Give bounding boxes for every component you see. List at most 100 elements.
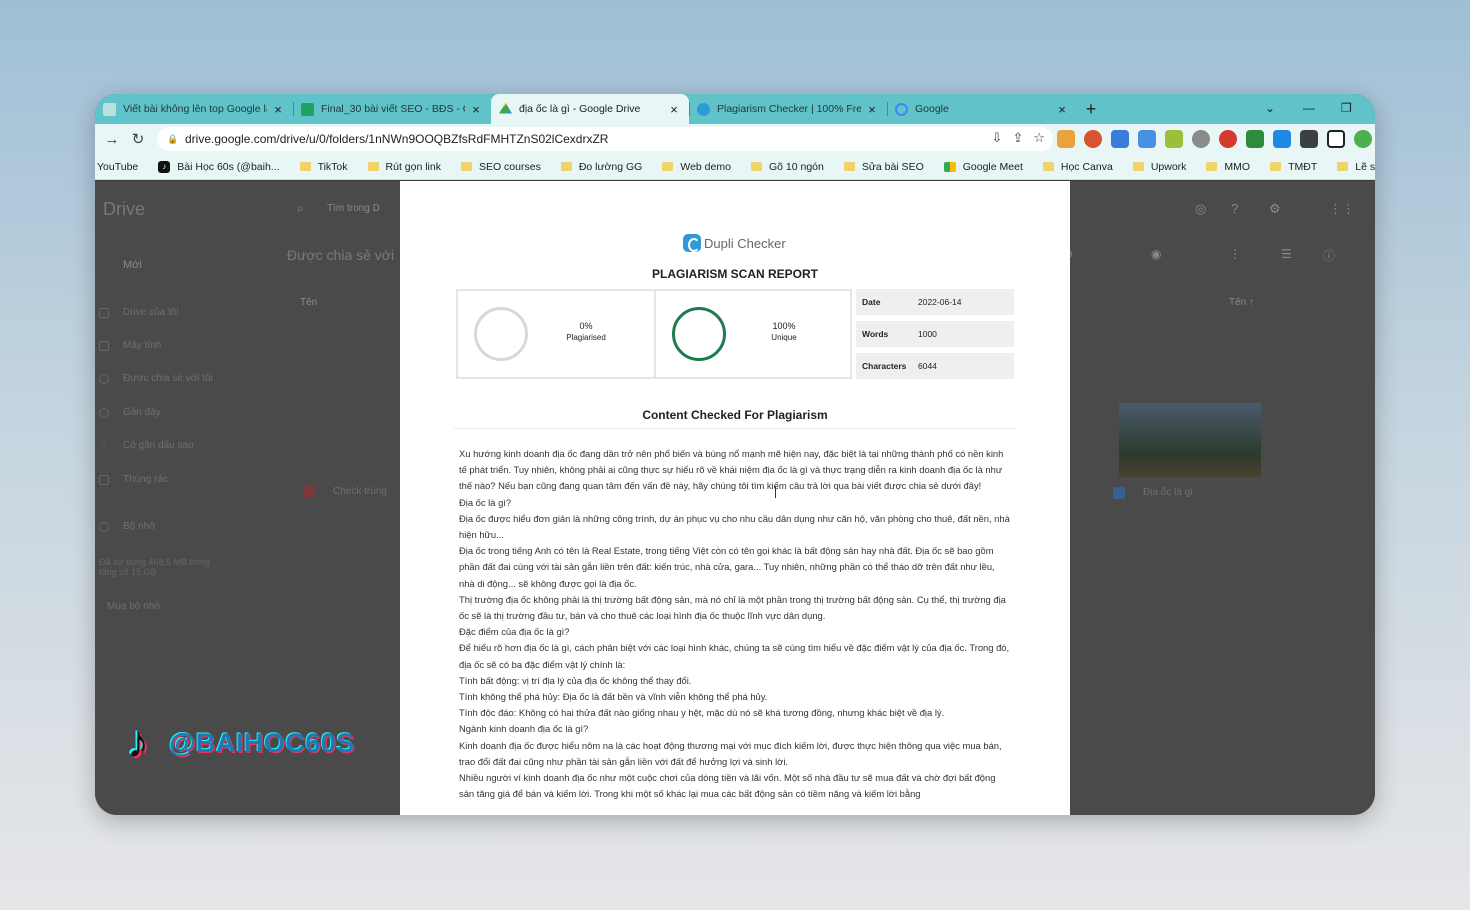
tab-google-drive[interactable]: địa ốc là gì - Google Drive ×	[491, 94, 689, 124]
extension-icon[interactable]	[1084, 130, 1102, 148]
file-row-name[interactable]: Check trùng	[333, 486, 387, 497]
content-paragraph: Địa ốc trong tiếng Anh có tên là Real Es…	[459, 545, 995, 589]
install-icon[interactable]: ⇩	[992, 130, 1003, 146]
plagiarised-score: 0% Plagiarised	[458, 291, 654, 377]
bookmark-folder-tiktok[interactable]: TikTok	[299, 161, 348, 173]
extension-icon[interactable]	[1138, 130, 1156, 148]
new-tab-button[interactable]: +	[1077, 94, 1105, 124]
side-panel-icon[interactable]	[1327, 130, 1345, 148]
sidebar-item-shared[interactable]: Được chia sẻ với tôi	[123, 373, 213, 384]
close-icon[interactable]: ×	[1055, 102, 1069, 117]
puzzle-icon[interactable]	[1300, 130, 1318, 148]
bookmark-youtube[interactable]: YouTube	[97, 161, 138, 173]
gear-icon[interactable]: ⚙	[1269, 201, 1281, 217]
sidebar-item-computers[interactable]: Máy tính	[123, 340, 161, 351]
extension-icon[interactable]	[1273, 130, 1291, 148]
offline-icon[interactable]: ◎	[1195, 201, 1206, 217]
close-icon[interactable]: ×	[667, 102, 681, 117]
content-paragraph: Để hiểu rõ hơn địa ốc là gì, cách phân b…	[459, 642, 1010, 670]
bookmark-folder-suabai[interactable]: Sửa bài SEO	[843, 161, 924, 173]
trash-icon	[99, 475, 109, 485]
extension-icon[interactable]	[1165, 130, 1183, 148]
share-icon[interactable]: ⇪	[1012, 130, 1023, 146]
sort-toggle[interactable]: Tên ↑	[1229, 297, 1254, 308]
search-icon[interactable]: ⌕	[297, 201, 304, 216]
bookmark-folder-doluong[interactable]: Đo lường GG	[560, 161, 642, 173]
divider	[454, 428, 1016, 429]
bookmark-folder-upwork[interactable]: Upwork	[1132, 161, 1186, 173]
close-icon[interactable]: ×	[865, 102, 879, 117]
sidebar-item-storage[interactable]: Bộ nhớ	[123, 521, 156, 532]
extension-icon[interactable]	[1246, 130, 1264, 148]
drive-icon	[99, 308, 109, 318]
doc-icon	[1113, 487, 1125, 499]
file-thumbnail[interactable]	[1119, 403, 1261, 477]
google-icon	[895, 102, 908, 116]
bookmark-folder-seo[interactable]: SEO courses	[460, 160, 541, 173]
info-icon[interactable]: ⓘ	[1323, 247, 1335, 264]
bookmark-baihoc60s[interactable]: ♪ Bài Học 60s (@baih...	[158, 160, 280, 173]
extension-icon[interactable]	[1219, 130, 1237, 148]
sidebar-item-my-drive[interactable]: Drive của tôi	[123, 307, 179, 318]
unique-ring	[671, 307, 726, 361]
sidebar-item-recent[interactable]: Gần đây	[123, 407, 161, 418]
buy-storage-button[interactable]: Mua bộ nhớ	[107, 601, 161, 612]
tab-plagiarism-checker[interactable]: Plagiarism Checker | 100% Free & ×	[689, 94, 887, 124]
avatar[interactable]	[1354, 130, 1372, 148]
bookmark-label: Bài Học 60s (@baih...	[177, 160, 280, 173]
content-paragraph: Tính độc đáo: Không có hai thửa đất nào …	[459, 707, 945, 719]
restore-button[interactable]: ❐	[1341, 94, 1352, 122]
folder-icon	[1132, 162, 1144, 171]
sidebar-item-trash[interactable]: Thùng rác	[123, 474, 168, 485]
people-icon	[99, 374, 109, 384]
search-input[interactable]: Tìm trong D	[327, 203, 380, 214]
list-view-icon[interactable]: ☰	[1281, 247, 1292, 261]
tab-search-button[interactable]: ⌄	[1265, 94, 1275, 122]
brand-name: Dupli Checker	[704, 235, 786, 251]
page-icon	[103, 102, 116, 116]
close-icon[interactable]: ×	[469, 102, 483, 117]
reload-icon[interactable]: ↻	[125, 126, 151, 152]
apps-grid-icon[interactable]: ⋮⋮	[1329, 201, 1355, 217]
minimize-button[interactable]: —	[1303, 94, 1315, 122]
forward-icon[interactable]: →	[99, 126, 125, 152]
file-card-name[interactable]: Địa ốc là gì	[1143, 487, 1193, 498]
text-cursor	[775, 486, 776, 498]
more-vert-icon[interactable]: ⋮	[1229, 247, 1241, 261]
sidebar-item-starred[interactable]: Có gắn dấu sao	[123, 440, 194, 451]
eye-icon[interactable]: ◉	[1151, 247, 1161, 261]
extension-icon[interactable]	[1057, 130, 1075, 148]
tab-seo-article[interactable]: Viết bài không lên top Google là ×	[95, 94, 293, 124]
bookmark-google-meet[interactable]: Google Meet	[943, 161, 1023, 173]
meet-icon	[943, 161, 956, 172]
extension-icon[interactable]	[1192, 130, 1210, 148]
meta-row-words: Words 1000	[856, 321, 1014, 347]
extension-icon[interactable]	[1111, 130, 1129, 148]
tiktok-watermark: ♪ @BAIHOC60S	[123, 714, 355, 772]
bookmark-folder-mmo[interactable]: MMO	[1206, 161, 1250, 173]
bookmark-label: SEO courses	[478, 160, 541, 173]
folder-icon	[560, 162, 572, 171]
column-header-name[interactable]: Tên	[300, 297, 317, 308]
close-icon[interactable]: ×	[271, 102, 285, 117]
folder-icon	[1206, 162, 1218, 171]
tab-sheets[interactable]: Final_30 bài viết SEO - BĐS - Goo ×	[293, 94, 491, 124]
meta-key: Date	[862, 297, 881, 307]
file-type-icon	[303, 485, 315, 497]
bookmark-folder-go10ngon[interactable]: Gõ 10 ngón	[750, 161, 824, 173]
bookmark-folder-lesong[interactable]: Lẽ sống và đầu tư	[1337, 161, 1375, 173]
help-icon[interactable]: ?	[1231, 201, 1238, 216]
plagiarised-ring	[474, 307, 528, 361]
new-button[interactable]: Mới	[123, 259, 142, 271]
tiktok-icon: ♪	[158, 160, 171, 173]
plagiarism-report-preview: Dupli Checker PLAGIARISM SCAN REPORT 0% …	[400, 181, 1070, 815]
bookmark-folder-tmdt[interactable]: TMĐT	[1270, 161, 1317, 173]
extensions-bar	[1057, 130, 1372, 148]
bookmark-folder-rutgon[interactable]: Rút gọn link	[367, 161, 441, 173]
tab-google[interactable]: Google ×	[887, 94, 1077, 124]
address-bar[interactable]: 🔒 drive.google.com/drive/u/0/folders/1nN…	[157, 127, 1053, 151]
bookmark-folder-canva[interactable]: Học Canva	[1042, 161, 1113, 173]
bookmark-folder-webdemo[interactable]: Web demo	[662, 161, 731, 173]
star-icon[interactable]: ☆	[1033, 130, 1045, 146]
url-text: drive.google.com/drive/u/0/folders/1nNWn…	[185, 132, 609, 146]
